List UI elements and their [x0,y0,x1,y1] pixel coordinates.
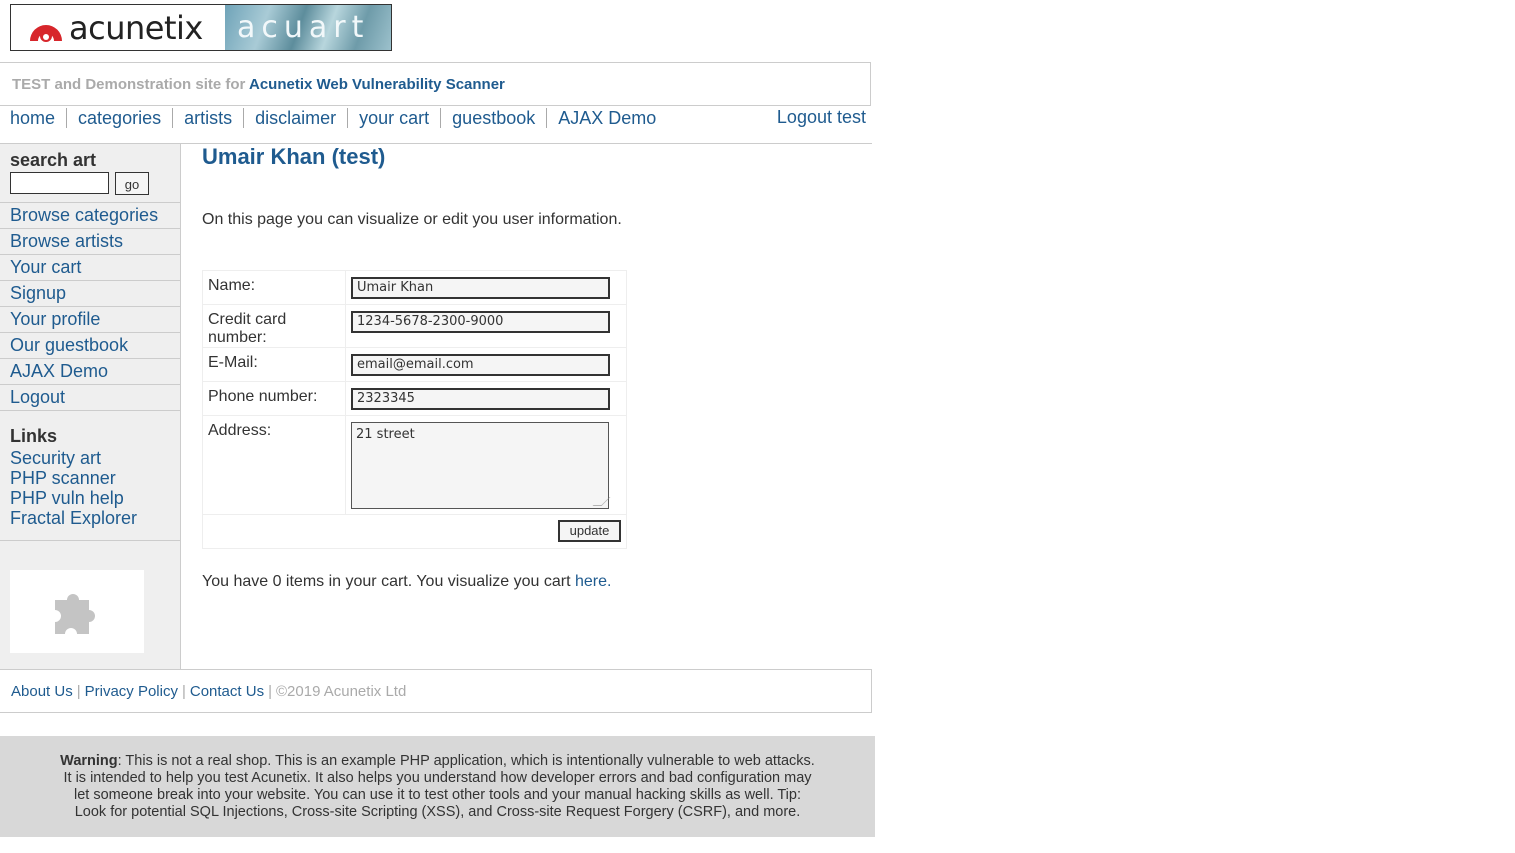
warning-line-4: Look for potential SQL Injections, Cross… [74,804,801,820]
nav-artists[interactable]: artists [172,108,243,128]
footer-separator: | [76,683,81,700]
site-logo[interactable]: acunetix acuart [10,4,392,51]
sidebar-item-ajax-demo[interactable]: AJAX Demo [0,359,180,385]
cart-message-text: You have 0 items in your cart. You visua… [202,573,571,590]
cart-message: You have 0 items in your cart. You visua… [202,573,611,591]
left-sidebar: search art go Browse categories Browse a… [0,144,181,669]
acuart-banner: acuart [225,5,391,50]
sidebar-link[interactable]: Logout [10,387,65,407]
sidebar-item-browse-artists[interactable]: Browse artists [0,229,180,255]
intro-text: On this page you can visualize or edit y… [202,211,622,228]
search-go-button[interactable]: go [115,172,149,195]
page-footer: About Us | Privacy Policy | Contact Us | ©2019… [0,669,872,713]
link-php-vuln-help[interactable]: PHP vuln help [10,488,124,508]
footer-separator: | [268,683,272,700]
acunetix-wordmark: acunetix [69,8,203,47]
nav-disclaimer[interactable]: disclaimer [243,108,347,128]
page-title: Umair Khan (test) [202,144,386,169]
nav-categories[interactable]: categories [66,108,172,128]
sidebar-divider [0,540,180,541]
address-value: 21 street [356,427,415,442]
links-heading: Links [10,426,58,446]
search-title: search art [10,150,97,170]
warning-line-1: : This is not a real shop. This is an ex… [117,753,815,769]
footer-contact-link[interactable]: Contact Us [190,683,264,700]
warning-line-2: It is intended to help you test Acunetix… [63,770,812,786]
email-label: E-Mail: [202,347,346,382]
sidebar-item-browse-categories[interactable]: Browse categories [0,203,180,229]
search-input[interactable] [10,172,109,194]
link-fractal-explorer[interactable]: Fractal Explorer [10,508,137,528]
address-textarea[interactable]: 21 street [351,422,611,509]
external-links-list: Security art PHP scanner PHP vuln help F… [10,448,137,528]
link-security-art[interactable]: Security art [10,448,101,468]
update-button[interactable]: update [558,520,621,542]
sidebar-item-your-cart[interactable]: Your cart [0,255,180,281]
footer-copyright: ©2019 Acunetix Ltd [275,683,407,700]
phone-label: Phone number: [202,381,346,416]
warning-label: Warning [60,753,118,769]
name-field[interactable]: Umair Khan [351,277,610,299]
top-navigation: home categories artists disclaimer your … [0,106,872,144]
footer-separator: | [181,683,186,700]
sidebar-link[interactable]: Signup [10,283,66,303]
link-php-scanner[interactable]: PHP scanner [10,468,116,488]
plugin-placeholder [10,570,144,653]
sidebar-link[interactable]: Browse artists [10,231,123,251]
credit-card-label: Credit card number: [202,304,346,348]
sidebar-item-your-profile[interactable]: Your profile [0,307,180,333]
site-tagline: TEST and Demonstration site for Acunetix… [0,62,871,106]
user-info-form: Name: Umair Khan Credit card number: 123… [202,270,627,549]
nav-home[interactable]: home [10,108,66,128]
puzzle-piece-icon [55,593,95,634]
sidebar-link[interactable]: Your cart [10,257,81,277]
credit-card-field[interactable]: 1234-5678-2300-9000 [351,311,610,333]
sidebar-item-logout[interactable]: Logout [0,385,180,411]
sidebar-link[interactable]: Browse categories [10,205,158,225]
sidebar-item-our-guestbook[interactable]: Our guestbook [0,333,180,359]
cart-message-period: . [607,573,612,590]
resize-grip-icon[interactable] [592,497,611,506]
sidebar-item-signup[interactable]: Signup [0,281,180,307]
warning-line-3: let someone break into your website. You… [73,787,801,803]
tagline-product-link[interactable]: Acunetix Web Vulnerability Scanner [249,76,505,93]
email-field[interactable]: email@email.com [351,354,610,376]
phone-field[interactable]: 2323345 [351,388,610,410]
nav-ajax-demo[interactable]: AJAX Demo [546,108,667,128]
warning-banner: Warning: This is not a real shop. This i… [0,736,875,837]
sidebar-link[interactable]: Your profile [10,309,100,329]
address-label: Address: [202,415,346,515]
nav-guestbook[interactable]: guestbook [440,108,546,128]
sidebar-menu: Browse categories Browse artists Your ca… [0,202,180,411]
footer-privacy-link[interactable]: Privacy Policy [85,683,178,700]
footer-about-link[interactable]: About Us [11,683,73,700]
acuart-wordmark: acuart [237,10,370,45]
acunetix-logo: acunetix [11,5,225,50]
tagline-prefix: TEST and Demonstration site for [12,76,246,93]
nav-logout-link[interactable]: Logout test [777,107,866,128]
sidebar-link[interactable]: AJAX Demo [10,361,108,381]
nav-your-cart[interactable]: your cart [347,108,440,128]
acunetix-logo-mark-icon [27,13,65,43]
name-label: Name: [202,270,346,305]
sidebar-link[interactable]: Our guestbook [10,335,128,355]
cart-here-link[interactable]: here [575,573,607,590]
